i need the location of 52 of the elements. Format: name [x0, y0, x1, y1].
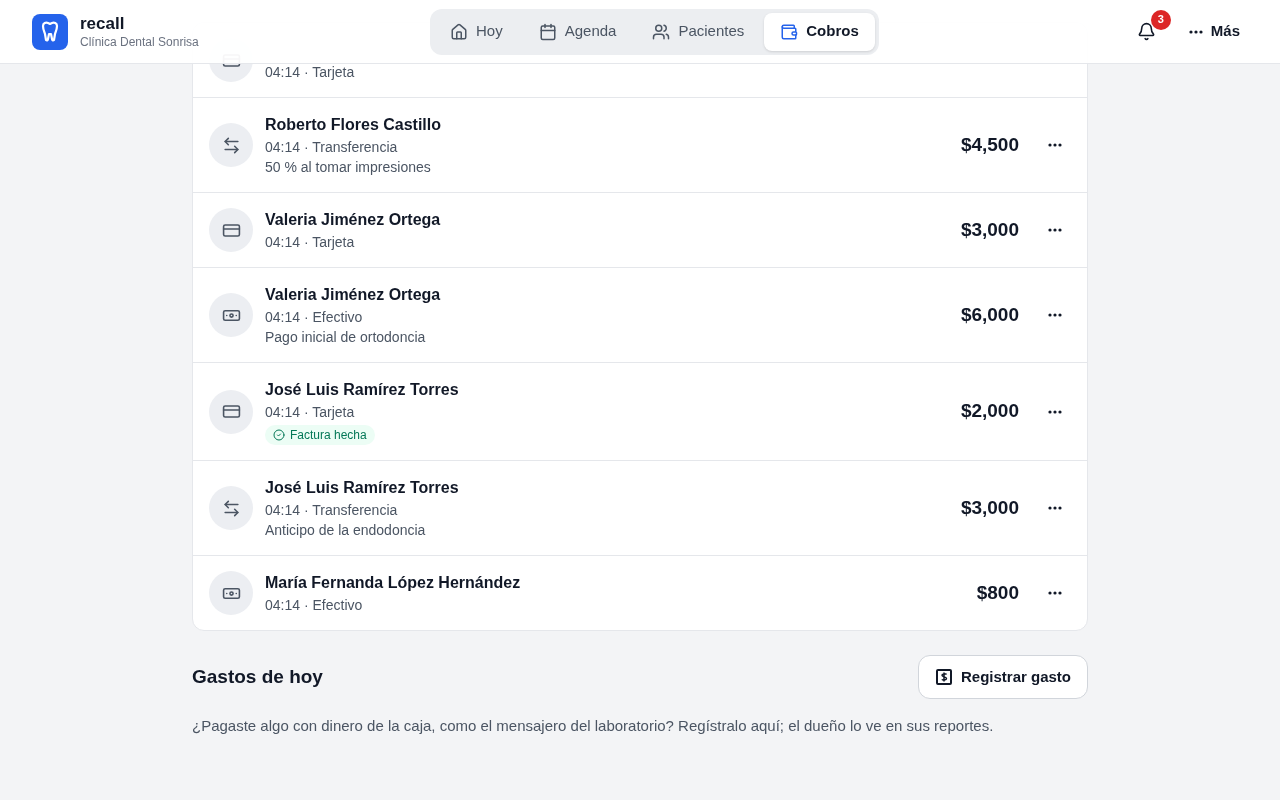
nav-tab[interactable]: Pacientes [636, 12, 761, 51]
payment-amount: $3,000 [960, 217, 1019, 242]
payment-meta: 04:14 · Efectivo [265, 308, 364, 327]
users-icon [652, 22, 671, 41]
wallet-icon [780, 22, 799, 41]
invoice-badge: Factura hecha [265, 425, 375, 445]
home-icon [450, 22, 468, 41]
payment-note: Pago inicial de ortodoncia [265, 328, 427, 347]
patient-name: María Fernanda López Hernández [265, 573, 522, 593]
bell-icon [1137, 22, 1157, 41]
ellipsis-icon [1188, 29, 1203, 34]
section-title: Gastos de hoy [192, 664, 323, 689]
clinic-name: Clínica Dental Sonrisa [80, 34, 199, 50]
brand-name: recall [80, 13, 126, 35]
patient-name: Valeria Jiménez Ortega [265, 285, 442, 305]
dollar-receipt-icon [934, 668, 953, 686]
payment-amount: $2,000 [960, 399, 1019, 424]
calendar-icon [538, 22, 557, 41]
payment-amount: $3,000 [960, 495, 1019, 520]
nav-tab[interactable]: Hoy [434, 12, 519, 51]
patient-name: José Luis Ramírez Torres [265, 380, 460, 400]
payment-meta: 04:14 · Transferencia [265, 138, 399, 157]
patient-name: Roberto Flores Castillo [265, 115, 443, 135]
ellipsis-icon [1048, 409, 1062, 414]
payment-note: Anticipo de la endodoncia [265, 521, 427, 540]
ellipsis-icon [1048, 591, 1062, 595]
payment-meta: 04:14 · Transferencia [265, 501, 399, 520]
transfer-arrows-icon [221, 135, 241, 155]
payment-amount: $6,000 [960, 302, 1019, 327]
tooth-logo-icon [32, 13, 68, 50]
payment-note: 50 % al tomar impresiones [265, 158, 432, 177]
ellipsis-icon [1048, 228, 1062, 232]
payment-meta: 04:14 · Tarjeta [265, 233, 356, 252]
payment-amount: $4,500 [960, 132, 1019, 157]
register-expense-button[interactable]: Registrar gasto [917, 655, 1088, 699]
payment-meta: 04:14 · Tarjeta [265, 63, 356, 82]
payment-amount: $800 [976, 580, 1019, 605]
nav-tab[interactable]: Agenda [522, 12, 633, 51]
patient-name: José Luis Ramírez Torres [265, 478, 460, 498]
more-button[interactable]: Más [1180, 13, 1248, 50]
ellipsis-icon [1048, 506, 1062, 510]
section-description: ¿Pagaste algo con dinero de la caja, como el mensajero del laboratorio? Regístralo aquí; el dueño lo ve en sus reportes. [192, 716, 995, 736]
notification-count: 3 [1150, 9, 1171, 30]
payment-meta: 04:14 · Efectivo [265, 596, 364, 615]
credit-card-icon [221, 402, 241, 421]
ellipsis-icon [1048, 143, 1062, 147]
ellipsis-icon [1048, 313, 1062, 317]
check-circle-icon [273, 429, 285, 441]
nav-tab[interactable]: Cobros [764, 12, 875, 51]
payment-meta: 04:14 · Tarjeta [265, 403, 356, 422]
patient-name: Valeria Jiménez Ortega [265, 210, 442, 230]
transfer-arrows-icon [221, 498, 241, 518]
